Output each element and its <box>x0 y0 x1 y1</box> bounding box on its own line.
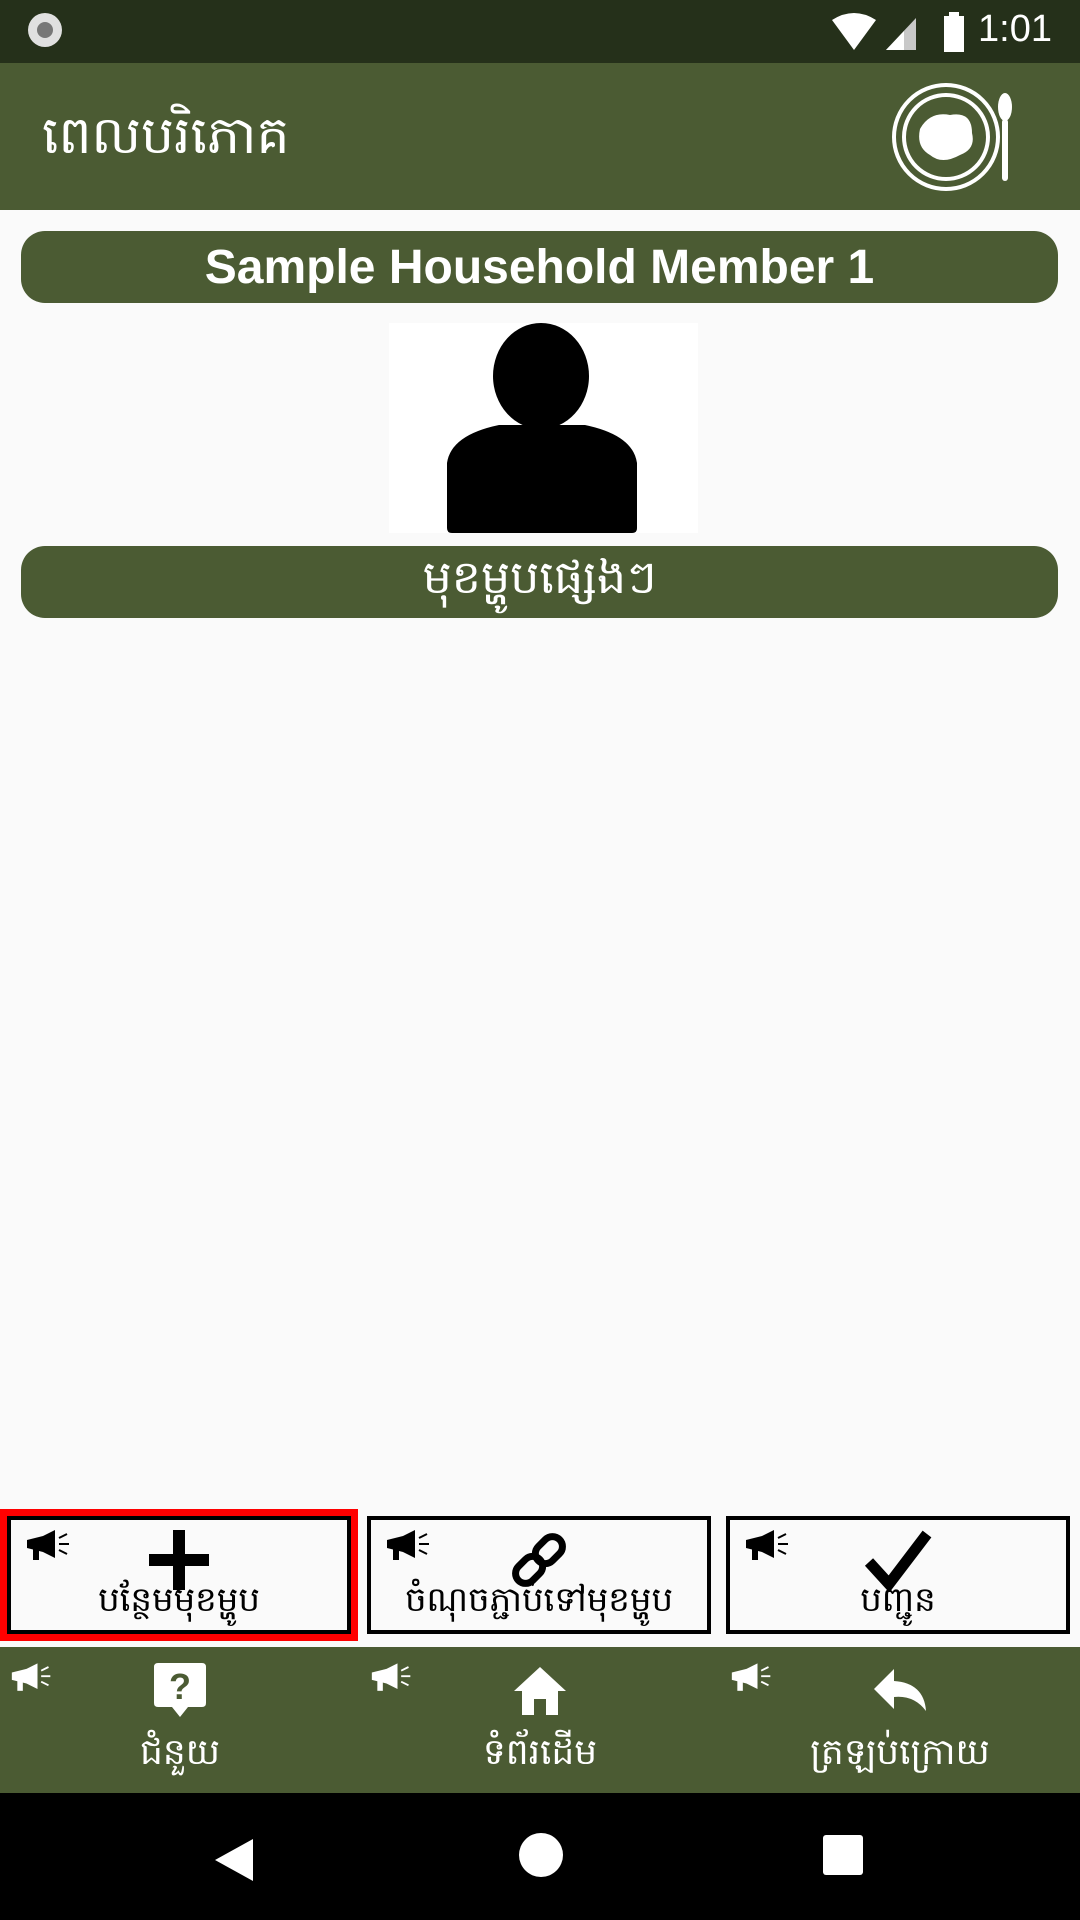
speaker-icon[interactable] <box>385 1528 433 1564</box>
link-to-food-label: ចំណុចភ្ជាប់ទៅមុខម្ហូប <box>404 1580 674 1620</box>
submit-button[interactable]: បញ្ជូន <box>726 1516 1070 1634</box>
page-title: ពេលបរិភោគ <box>42 106 290 166</box>
add-food-label: បន្ថែមមុខម្ហូប <box>98 1580 260 1620</box>
member-name-banner: Sample Household Member 1 <box>21 231 1058 303</box>
nav-help-label: ជំនួយ <box>140 1732 220 1773</box>
nav-home[interactable]: ទំព័រដើម <box>360 1647 720 1793</box>
speaker-icon[interactable] <box>25 1528 73 1564</box>
nav-back-label: ត្រឡប់ក្រោយ <box>810 1732 990 1773</box>
status-bar: 1:01 <box>0 0 1080 63</box>
home-icon <box>514 1667 566 1715</box>
food-category-banner[interactable]: មុខម្ហូបផ្សេងៗ <box>21 546 1058 618</box>
speaker-icon[interactable] <box>370 1661 414 1695</box>
app-bar: ពេលបរិភោគ <box>0 63 1080 210</box>
plate-spoon-icon <box>892 83 1012 191</box>
svg-text:?: ? <box>169 1666 191 1707</box>
speaker-icon[interactable] <box>10 1661 54 1695</box>
status-time: 1:01 <box>978 8 1052 50</box>
nav-back[interactable]: ត្រឡប់ក្រោយ <box>720 1647 1080 1793</box>
recent-apps-icon[interactable] <box>823 1835 863 1875</box>
link-to-food-button[interactable]: ចំណុចភ្ជាប់ទៅមុខម្ហូប <box>367 1516 711 1634</box>
add-food-button[interactable]: បន្ថែមមុខម្ហូប <box>0 1509 358 1641</box>
nav-help[interactable]: ? ជំនួយ <box>0 1647 360 1793</box>
battery-icon <box>944 16 964 52</box>
back-icon[interactable] <box>213 1837 255 1883</box>
submit-label: បញ្ជូន <box>860 1580 936 1620</box>
wifi-icon <box>832 13 876 50</box>
status-icons <box>832 12 964 52</box>
help-icon: ? <box>154 1663 206 1717</box>
person-silhouette-icon <box>447 323 637 533</box>
avatar[interactable] <box>389 323 698 533</box>
screen-record-icon <box>28 13 62 47</box>
home-button-icon[interactable] <box>519 1833 563 1877</box>
system-nav-bar <box>0 1793 1080 1920</box>
speaker-icon[interactable] <box>730 1661 774 1695</box>
speaker-icon[interactable] <box>744 1528 792 1564</box>
nav-home-label: ទំព័រដើម <box>482 1732 598 1773</box>
reply-icon <box>874 1669 926 1711</box>
action-row: បន្ថែមមុខម្ហូប ចំណុចភ្ជាប់ទៅមុខម្ហូប បញ្… <box>0 1508 1080 1650</box>
bottom-nav: ? ជំនួយ ទំព័រដើម ត្រឡប់ក្រោយ <box>0 1647 1080 1793</box>
